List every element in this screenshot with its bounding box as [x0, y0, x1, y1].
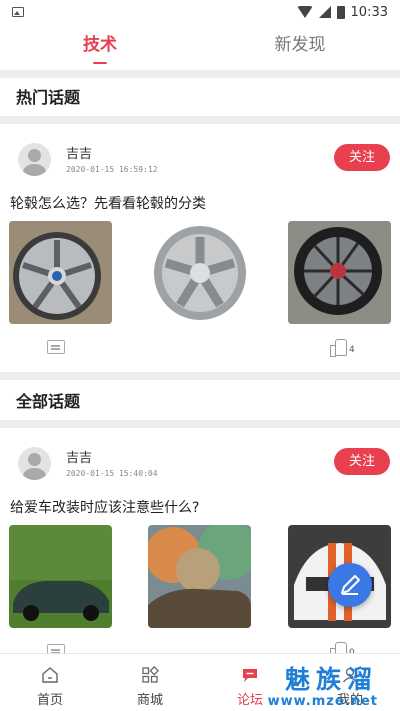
post-time: 2020-01-15 16:59:12 — [66, 165, 158, 174]
battery-icon — [336, 5, 345, 19]
section-title-hot: 热门话题 — [16, 88, 81, 107]
divider — [0, 420, 400, 428]
post-image-car-1[interactable] — [9, 525, 112, 628]
pencil-icon — [341, 575, 360, 595]
signal-icon — [318, 6, 331, 18]
follow-button[interactable]: 关注 — [334, 448, 390, 475]
watermark: 魅族溜 www.mzo.net — [267, 665, 378, 710]
post-image-car-2[interactable] — [148, 525, 251, 628]
nav-home[interactable]: 首页 — [0, 654, 100, 711]
wifi-icon — [296, 6, 313, 18]
post-image-wheel-1[interactable] — [9, 221, 112, 324]
tab-tech[interactable]: 技术 — [0, 24, 200, 70]
post-username[interactable]: 吉吉 — [66, 143, 92, 162]
like-button[interactable]: 4 — [330, 339, 355, 357]
comment-icon[interactable] — [47, 340, 65, 354]
watermark-url: www.mzo.net — [267, 694, 378, 709]
image-notification-icon — [12, 7, 24, 17]
divider — [0, 116, 400, 124]
post-username[interactable]: 吉吉 — [66, 447, 92, 466]
chat-bubble-icon — [243, 669, 257, 682]
avatar[interactable] — [18, 447, 51, 480]
post-card[interactable]: 吉吉 2020-01-15 15:40:04 关注 给爱车改装时应该注意些什么? — [0, 447, 400, 660]
nav-shop[interactable]: 商城 — [100, 654, 200, 711]
status-indicators: 10:33 — [296, 4, 388, 20]
follow-button[interactable]: 关注 — [334, 144, 390, 171]
watermark-text: 魅族溜 — [284, 665, 378, 694]
home-icon — [42, 667, 58, 683]
post-time: 2020-01-15 15:40:04 — [66, 469, 158, 478]
status-bar: 10:33 — [0, 0, 400, 24]
status-time: 10:33 — [350, 4, 388, 20]
avatar[interactable] — [18, 143, 51, 176]
grid-icon — [142, 666, 159, 683]
post-image-wheel-3[interactable] — [288, 221, 391, 324]
post-title[interactable]: 给爱车改装时应该注意些什么? — [10, 497, 199, 517]
nav-shop-label: 商城 — [136, 693, 163, 708]
section-title-all: 全部话题 — [16, 392, 81, 411]
divider — [0, 70, 400, 78]
thumbs-up-icon — [330, 339, 347, 357]
post-title[interactable]: 轮毂怎么选？先看看轮毂的分类 — [10, 193, 206, 213]
divider — [0, 372, 400, 380]
like-count: 4 — [349, 345, 355, 355]
post-image-wheel-2[interactable] — [148, 221, 251, 324]
top-tabs: 技术 新发现 — [0, 24, 400, 70]
tab-discover[interactable]: 新发现 — [200, 24, 400, 70]
compose-button[interactable] — [328, 563, 372, 607]
post-card[interactable]: 吉吉 2020-01-15 16:59:12 关注 轮毂怎么选？先看看轮毂的分类 — [0, 143, 400, 363]
nav-home-label: 首页 — [36, 693, 63, 708]
